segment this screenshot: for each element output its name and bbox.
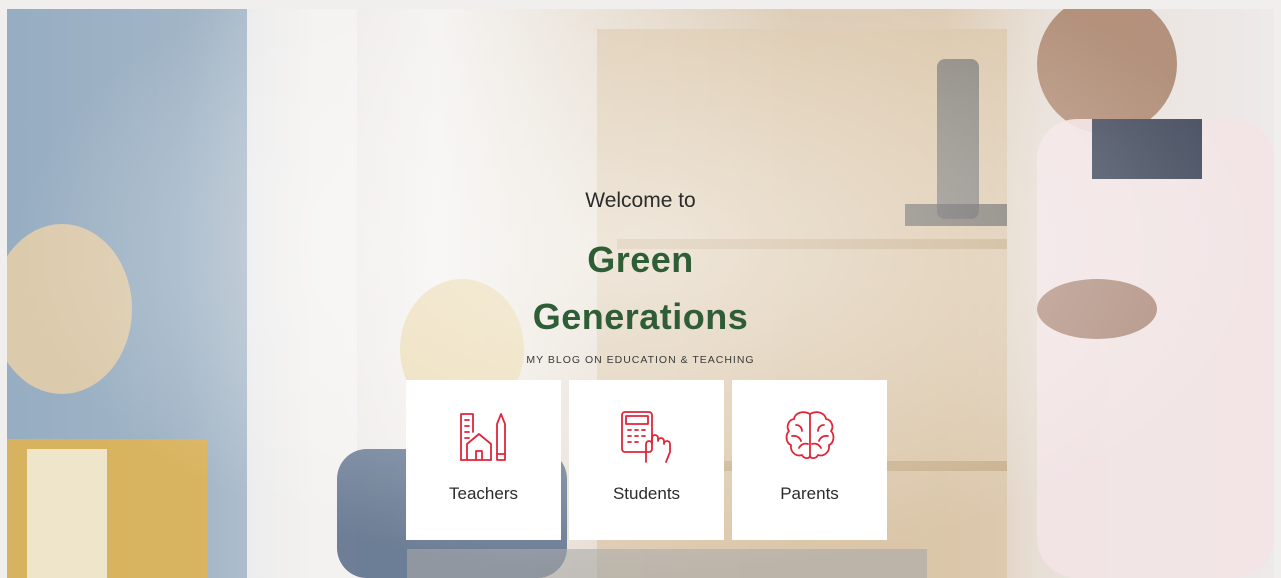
teachers-card[interactable]: Teachers bbox=[406, 380, 561, 540]
site-title: Green Generations bbox=[7, 231, 1274, 345]
welcome-text: Welcome to bbox=[585, 189, 696, 212]
students-label: Students bbox=[612, 484, 681, 503]
brain-icon bbox=[785, 411, 834, 460]
parents-label: Parents bbox=[780, 484, 839, 503]
teachers-label: Teachers bbox=[449, 484, 518, 503]
site-title-line-2: Generations bbox=[532, 296, 749, 337]
parents-card[interactable]: Parents bbox=[732, 380, 887, 540]
site-title-line-1: Green bbox=[587, 239, 694, 280]
hero-section: Welcome to Green Generations MY BLOG ON … bbox=[7, 9, 1274, 578]
students-card[interactable]: Students bbox=[569, 380, 724, 540]
calculator-hand-icon bbox=[620, 411, 671, 463]
tagline: MY BLOG ON EDUCATION & TEACHING bbox=[526, 354, 755, 366]
school-building-icon bbox=[459, 413, 506, 461]
